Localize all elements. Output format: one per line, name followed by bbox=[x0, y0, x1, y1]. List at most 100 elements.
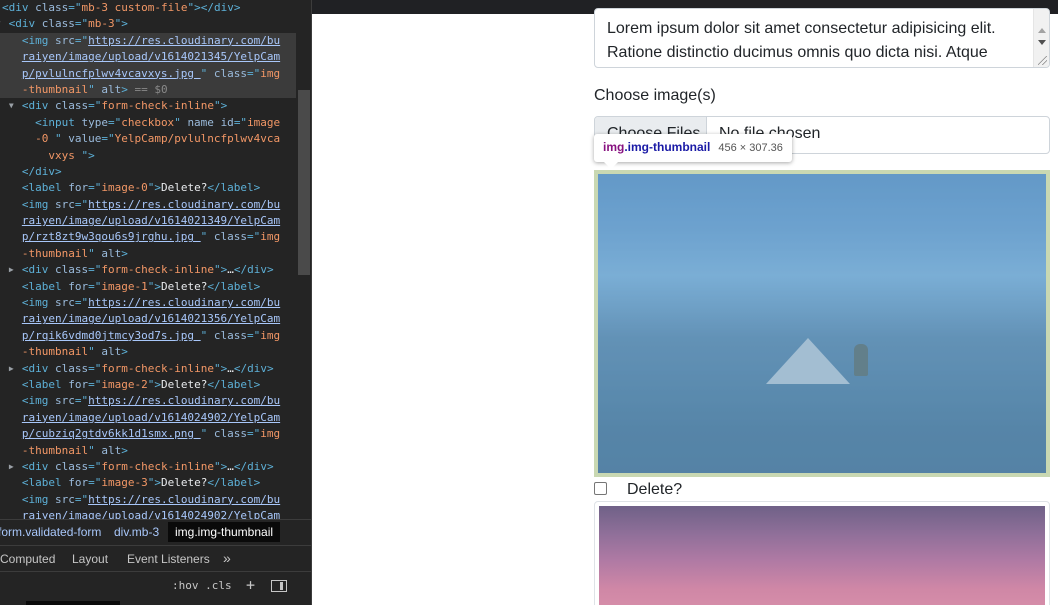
dom-node-line[interactable]: -thumbnail" alt> bbox=[0, 246, 296, 262]
dom-node-line[interactable]: ▶ <div class="form-check-inline">…</div> bbox=[0, 361, 296, 377]
breadcrumb-form[interactable]: form.validated-form bbox=[0, 525, 101, 539]
dom-node-line[interactable]: <img src="https://res.cloudinary.com/bu bbox=[0, 492, 296, 508]
dom-token: class bbox=[213, 66, 248, 80]
new-style-rule-icon[interactable]: + bbox=[246, 576, 255, 594]
tab-event-listeners[interactable]: Event Listeners bbox=[127, 552, 210, 566]
delete-checkbox[interactable] bbox=[594, 482, 607, 495]
scroll-down-icon[interactable] bbox=[1038, 40, 1046, 45]
dom-node-line[interactable]: p/cubziq2gtdv6kk1d1smx.png " class="img bbox=[0, 426, 296, 442]
dom-token: > bbox=[121, 443, 128, 457]
dom-node-line[interactable]: <label for="image-2">Delete?</label> bbox=[0, 377, 296, 393]
dom-token: " bbox=[200, 328, 214, 342]
dom-token: </div> bbox=[233, 263, 274, 277]
dom-node-line[interactable]: <img src="https://res.cloudinary.com/bu bbox=[0, 393, 296, 409]
dom-token: -0 bbox=[35, 132, 55, 146]
dom-token: " bbox=[200, 427, 214, 441]
dom-node-line[interactable]: ▼<div class="mb-3"> bbox=[0, 16, 296, 32]
expand-right-icon[interactable]: ▶ bbox=[9, 459, 19, 475]
dom-node-line[interactable]: <img src="https://res.cloudinary.com/bu bbox=[0, 32, 296, 50]
dom-node-line[interactable]: -0 " value="YelpCamp/pvlulncfplwv4vca bbox=[0, 131, 296, 147]
dom-token: Delete? bbox=[160, 279, 208, 293]
image-thumbnail-2[interactable] bbox=[594, 501, 1050, 605]
dom-token: form-check-inline bbox=[101, 459, 214, 473]
dom-node-line[interactable]: <label for="image-3">Delete?</label> bbox=[0, 475, 296, 491]
dom-node-line[interactable]: ▶ <div class="form-check-inline">…</div> bbox=[0, 262, 296, 278]
description-text[interactable]: Lorem ipsum dolor sit amet consectetur a… bbox=[607, 17, 1027, 65]
dom-token: =" bbox=[74, 394, 89, 408]
dom-node-line[interactable]: <label for="image-0">Delete?</label> bbox=[0, 180, 296, 196]
tab-computed[interactable]: Computed bbox=[0, 552, 55, 566]
dom-token: mb-3 bbox=[88, 17, 115, 31]
dom-token: =" bbox=[101, 132, 115, 146]
dom-node-line[interactable]: p/pvlulncfplwv4vcavxys.jpg " class="img bbox=[0, 65, 296, 82]
dom-node-line[interactable]: <img src="https://res.cloudinary.com/bu bbox=[0, 295, 296, 311]
dom-node-line[interactable]: vxys "> bbox=[0, 148, 296, 164]
breadcrumb-img[interactable]: img.img-thumbnail bbox=[168, 522, 281, 542]
dom-token: https://res.cloudinary.com/bu bbox=[88, 197, 281, 211]
dom-token: </label> bbox=[207, 181, 261, 195]
dom-node-line[interactable]: raiyen/image/upload/v1614021356/YelpCam bbox=[0, 311, 296, 327]
expand-right-icon[interactable]: ▶ bbox=[9, 361, 19, 377]
dom-node-line[interactable]: p/rzt8zt9w3qou6s9jrghu.jpg " class="img bbox=[0, 229, 296, 245]
dom-token: =" bbox=[88, 263, 102, 277]
description-textarea[interactable]: Lorem ipsum dolor sit amet consectetur a… bbox=[594, 8, 1050, 68]
dom-node-line[interactable]: ▶ <div class="form-check-inline">…</div> bbox=[0, 459, 296, 475]
dom-token: " bbox=[54, 132, 69, 146]
dom-token: src bbox=[54, 197, 75, 211]
dom-token: raiyen/image/upload/v1614024902/YelpCam bbox=[21, 509, 281, 519]
dom-node-line[interactable]: -thumbnail" alt> bbox=[0, 443, 296, 459]
dom-node-line[interactable]: raiyen/image/upload/v1614021349/YelpCam bbox=[0, 213, 296, 229]
dom-token: … bbox=[227, 263, 234, 277]
toggle-sidebar-icon[interactable] bbox=[271, 580, 287, 592]
dom-token: class bbox=[213, 328, 248, 342]
dom-node-line[interactable]: <label for="image-1">Delete?</label> bbox=[0, 279, 296, 295]
dom-token: "> bbox=[147, 377, 161, 391]
dom-token: raiyen/image/upload/v1614021345/YelpCam bbox=[21, 50, 281, 64]
dom-node-line[interactable]: -thumbnail" alt> bbox=[0, 344, 296, 360]
dom-node-line[interactable]: raiyen/image/upload/v1614024902/YelpCam bbox=[0, 410, 296, 426]
dom-token: <input bbox=[35, 115, 82, 129]
dom-tree-scrollbar[interactable] bbox=[298, 90, 310, 275]
resize-grip-icon[interactable] bbox=[1038, 56, 1047, 65]
dom-node-line[interactable]: </div> bbox=[0, 164, 296, 180]
dom-token: form-check-inline bbox=[101, 361, 214, 375]
dom-token: =" bbox=[74, 17, 89, 31]
tabs-overflow-icon[interactable]: » bbox=[223, 550, 231, 566]
dom-token: img bbox=[260, 427, 281, 441]
delete-label[interactable]: Delete? bbox=[627, 481, 682, 499]
dom-token: =" bbox=[74, 492, 89, 506]
expand-down-icon[interactable]: ▼ bbox=[0, 16, 6, 32]
dom-node-line[interactable]: ▼ <div class="form-check-inline"> bbox=[0, 98, 296, 114]
dom-token: "> bbox=[213, 263, 228, 277]
dom-token: </div> bbox=[233, 361, 274, 375]
expand-down-icon[interactable]: ▼ bbox=[9, 98, 19, 114]
dom-node-line[interactable]: <img src="https://res.cloudinary.com/bu bbox=[0, 197, 296, 213]
dom-token: " bbox=[88, 443, 102, 457]
dom-node-line[interactable]: <input type="checkbox" name id="image bbox=[0, 115, 296, 131]
dom-token: == $0 bbox=[134, 82, 168, 96]
scroll-up-icon[interactable] bbox=[1038, 28, 1046, 33]
dom-token: https://res.cloudinary.com/bu bbox=[88, 492, 281, 506]
dom-node-line[interactable]: <div class="mb-3 custom-file"></div> bbox=[0, 0, 296, 16]
dom-token: "></div> bbox=[187, 1, 241, 14]
dom-token: <div bbox=[21, 263, 55, 277]
dom-node-line[interactable]: -thumbnail" alt> == $0 bbox=[0, 81, 296, 99]
dom-tree[interactable]: <div class="mb-3 custom-file"></div>▼<di… bbox=[0, 0, 296, 519]
dom-node-line[interactable]: raiyen/image/upload/v1614021345/YelpCam bbox=[0, 49, 296, 66]
hov-cls-toggle[interactable]: :hov .cls bbox=[172, 579, 232, 592]
dom-token: =" bbox=[88, 99, 102, 113]
image-thumbnail[interactable] bbox=[594, 170, 1050, 477]
dom-node-line[interactable]: raiyen/image/upload/v1614024902/YelpCam bbox=[0, 508, 296, 519]
dom-node-line[interactable]: p/rqik6vdmd0jtmcy3od7s.jpg " class="img bbox=[0, 328, 296, 344]
dom-token: <div bbox=[8, 17, 42, 31]
dom-token: for bbox=[68, 377, 89, 391]
dom-token: =" bbox=[74, 296, 89, 310]
choose-images-label: Choose image(s) bbox=[594, 87, 716, 104]
expand-right-icon[interactable]: ▶ bbox=[9, 262, 19, 278]
dom-token: https://res.cloudinary.com/bu bbox=[88, 33, 281, 47]
dom-token: image-0 bbox=[101, 181, 148, 195]
dom-token: "> bbox=[213, 99, 228, 113]
tab-layout[interactable]: Layout bbox=[72, 552, 108, 566]
breadcrumb-div[interactable]: div.mb-3 bbox=[114, 525, 159, 539]
dom-token: class bbox=[54, 263, 89, 277]
